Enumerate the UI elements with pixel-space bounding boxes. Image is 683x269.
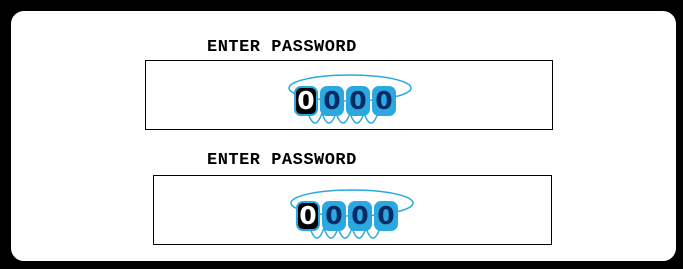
digit-2-4[interactable]: 0 [374, 201, 398, 231]
enter-password-label-1: ENTER PASSWORD [207, 38, 357, 57]
enter-password-label-2: ENTER PASSWORD [207, 151, 357, 170]
digit-row-2: 0 0 0 0 [296, 201, 400, 231]
digit-2-3[interactable]: 0 [348, 201, 372, 231]
digit-2-1[interactable]: 0 [296, 201, 320, 231]
digit-1-2[interactable]: 0 [320, 86, 344, 116]
digit-dial-2[interactable]: 0 0 0 0 [290, 181, 414, 245]
password-panel: ENTER PASSWORD 0 0 0 0 ENTER PASSWORD 0 [8, 8, 679, 264]
digit-dial-1[interactable]: 0 0 0 0 [288, 66, 412, 130]
digit-2-2[interactable]: 0 [322, 201, 346, 231]
digit-row-1: 0 0 0 0 [294, 86, 398, 116]
password-box-2: 0 0 0 0 [153, 175, 552, 245]
password-box-1: 0 0 0 0 [145, 60, 553, 130]
digit-1-1[interactable]: 0 [294, 86, 318, 116]
digit-1-4[interactable]: 0 [372, 86, 396, 116]
digit-1-3[interactable]: 0 [346, 86, 370, 116]
